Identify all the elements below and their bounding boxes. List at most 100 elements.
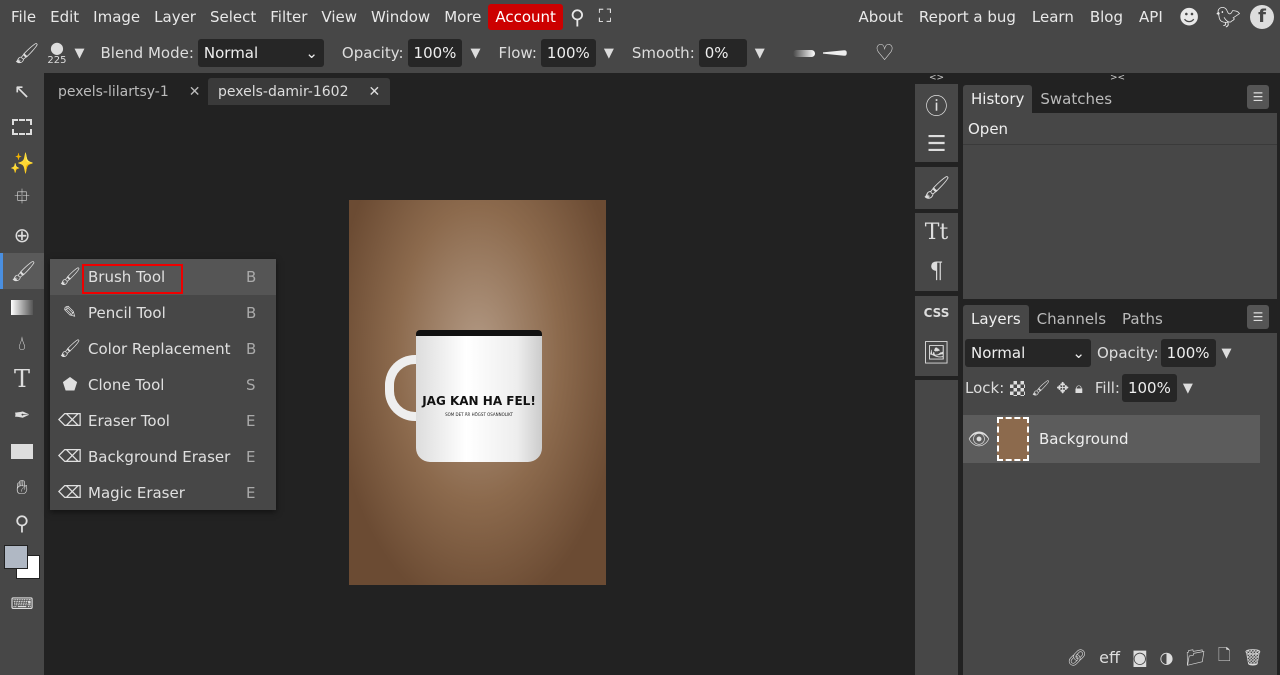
tab-layers[interactable]: Layers xyxy=(963,305,1029,333)
brush-preset-icon[interactable]: 🖌︎ xyxy=(14,41,39,65)
menu-window[interactable]: Window xyxy=(364,4,437,30)
flyout-item-pencil[interactable]: ✎ Pencil Tool B xyxy=(50,295,276,331)
layer-blend-select[interactable]: Normal ⌄ xyxy=(965,339,1091,367)
document-image[interactable]: JAG KAN HA FEL! SOM DET ÄR HÖGST OSANNOL… xyxy=(349,200,606,585)
zoom-tool-icon[interactable]: ⚲ xyxy=(0,505,44,541)
tab-paths[interactable]: Paths xyxy=(1114,305,1171,333)
flyout-item-clone[interactable]: ⬟ Clone Tool S xyxy=(50,367,276,403)
flow-input[interactable]: 100% xyxy=(540,39,596,67)
blend-mode-select[interactable]: Normal ⌄ xyxy=(197,39,324,67)
item-label: Clone Tool xyxy=(88,376,165,394)
hand-tool-icon[interactable]: ✋︎ xyxy=(0,469,44,505)
color-swatches[interactable] xyxy=(0,541,44,585)
paragraph-icon[interactable]: ¶ xyxy=(930,259,944,284)
panel-menu-icon[interactable]: ☰ xyxy=(1247,305,1269,329)
link-blog[interactable]: Blog xyxy=(1083,4,1130,30)
menu-image[interactable]: Image xyxy=(86,4,147,30)
twitter-icon[interactable]: 🐦︎ xyxy=(1209,4,1248,30)
tab-doc-1[interactable]: pexels-lilartsy-1 ✕ xyxy=(48,78,210,105)
reddit-icon[interactable]: ☻ xyxy=(1172,4,1207,30)
healing-tool-icon[interactable]: ⊕ xyxy=(0,217,44,253)
smooth-input[interactable]: 0% xyxy=(698,39,747,67)
layer-row[interactable]: 👁︎ Background xyxy=(963,415,1260,463)
fullscreen-icon[interactable]: ⛶ xyxy=(592,4,619,30)
flow-dropdown-icon[interactable]: ▼ xyxy=(604,46,614,61)
gradient-tool-icon[interactable] xyxy=(0,289,44,325)
menu-file[interactable]: File xyxy=(4,4,43,30)
flyout-item-background-eraser[interactable]: ⌫ Background Eraser E xyxy=(50,439,276,475)
folder-icon[interactable]: 📁︎ xyxy=(1186,648,1206,667)
new-layer-icon[interactable]: 🗋 xyxy=(1218,644,1231,671)
shape-tool-icon[interactable] xyxy=(0,433,44,469)
brush-size-picker[interactable]: ● 225 xyxy=(47,40,66,66)
menu-select[interactable]: Select xyxy=(203,4,263,30)
css-icon[interactable]: CSS xyxy=(924,306,950,320)
opacity-input[interactable]: 100% xyxy=(407,39,463,67)
smooth-dropdown-icon[interactable]: ▼ xyxy=(755,46,765,61)
tab-swatches[interactable]: Swatches xyxy=(1032,85,1120,113)
brush-settings-icon[interactable]: 🖌︎ xyxy=(923,176,951,201)
fill-input[interactable]: 100% xyxy=(1121,374,1177,402)
lock-paint-icon[interactable]: 🖌︎ xyxy=(1031,379,1050,397)
menu-layer[interactable]: Layer xyxy=(147,4,203,30)
pressure-size-icon[interactable] xyxy=(822,50,847,56)
pen-tool-icon[interactable]: ✒ xyxy=(0,397,44,433)
fill-dropdown-icon[interactable]: ▼ xyxy=(1183,381,1193,396)
brush-tool-icon[interactable]: 🖌︎ xyxy=(0,253,44,289)
search-icon[interactable]: ⚲ xyxy=(563,4,592,30)
symmetry-heart-icon[interactable]: ♡ xyxy=(875,41,895,66)
link-api[interactable]: API xyxy=(1132,4,1170,30)
tab-channels[interactable]: Channels xyxy=(1029,305,1114,333)
menu-filter[interactable]: Filter xyxy=(263,4,314,30)
history-item[interactable]: Open xyxy=(963,113,1277,145)
shortcut: E xyxy=(246,412,256,430)
marquee-tool-icon[interactable] xyxy=(0,109,44,145)
menu-more[interactable]: More xyxy=(437,4,488,30)
close-icon[interactable]: ✕ xyxy=(369,84,381,100)
lock-move-icon[interactable]: ✥ xyxy=(1056,379,1069,397)
link-layers-icon[interactable]: 🔗︎ xyxy=(1067,648,1087,667)
flyout-item-color-replacement[interactable]: 🖌︎ Color Replacement B xyxy=(50,331,276,367)
blur-tool-icon[interactable]: 💧︎ xyxy=(0,325,44,361)
collapse-panels-icon[interactable]: >< xyxy=(1110,73,1125,83)
opacity-dropdown-icon[interactable]: ▼ xyxy=(1222,346,1232,361)
character-icon[interactable]: Tt xyxy=(925,220,949,245)
account-button[interactable]: Account xyxy=(488,3,563,30)
layer-opacity-input[interactable]: 100% xyxy=(1160,339,1216,367)
keyboard-icon[interactable]: ⌨ xyxy=(0,585,44,621)
foreground-color-swatch[interactable] xyxy=(4,545,28,569)
delete-layer-icon[interactable]: 🗑︎ xyxy=(1243,648,1263,667)
opacity-dropdown-icon[interactable]: ▼ xyxy=(470,46,480,61)
link-learn[interactable]: Learn xyxy=(1025,4,1081,30)
type-tool-icon[interactable]: T xyxy=(0,361,44,397)
flyout-item-brush[interactable]: 🖌︎ Brush Tool B xyxy=(50,259,276,295)
magic-eraser-icon: ⌫ xyxy=(57,483,83,503)
info-icon[interactable]: ⓘ xyxy=(925,89,947,121)
effects-icon[interactable]: eff xyxy=(1099,648,1120,667)
link-about[interactable]: About xyxy=(852,4,910,30)
facebook-icon[interactable]: f xyxy=(1250,4,1274,29)
expand-panels-icon[interactable]: <> xyxy=(929,73,944,83)
adjustment-layer-icon[interactable]: ◑ xyxy=(1160,648,1174,667)
panel-menu-icon[interactable]: ☰ xyxy=(1247,85,1269,109)
brush-dropdown-icon[interactable]: ▼ xyxy=(74,46,84,61)
layer-name: Background xyxy=(1039,430,1129,448)
adjustments-icon[interactable]: ☰ xyxy=(927,132,947,157)
image-icon[interactable]: 🖼︎ xyxy=(923,341,951,366)
tab-history[interactable]: History xyxy=(963,85,1033,113)
move-tool-icon[interactable]: ↖ xyxy=(0,73,44,109)
flyout-item-eraser[interactable]: ⌫ Eraser Tool E xyxy=(50,403,276,439)
lock-transparency-icon[interactable] xyxy=(1010,380,1026,396)
flyout-item-magic-eraser[interactable]: ⌫ Magic Eraser E xyxy=(50,475,276,511)
mask-icon[interactable]: ◙ xyxy=(1132,648,1148,667)
lock-all-icon[interactable]: 🔒︎ xyxy=(1075,379,1083,397)
tab-doc-2[interactable]: pexels-damir-1602 ✕ xyxy=(208,78,391,105)
menu-edit[interactable]: Edit xyxy=(43,4,86,30)
eye-icon[interactable]: 👁︎ xyxy=(963,429,995,450)
link-report-bug[interactable]: Report a bug xyxy=(912,4,1023,30)
pressure-opacity-icon[interactable] xyxy=(792,49,815,57)
menu-view[interactable]: View xyxy=(314,4,364,30)
close-icon[interactable]: ✕ xyxy=(189,84,201,100)
magic-wand-tool-icon[interactable]: ✨ xyxy=(0,145,44,181)
crop-tool-icon[interactable]: ⯐ xyxy=(0,181,44,217)
